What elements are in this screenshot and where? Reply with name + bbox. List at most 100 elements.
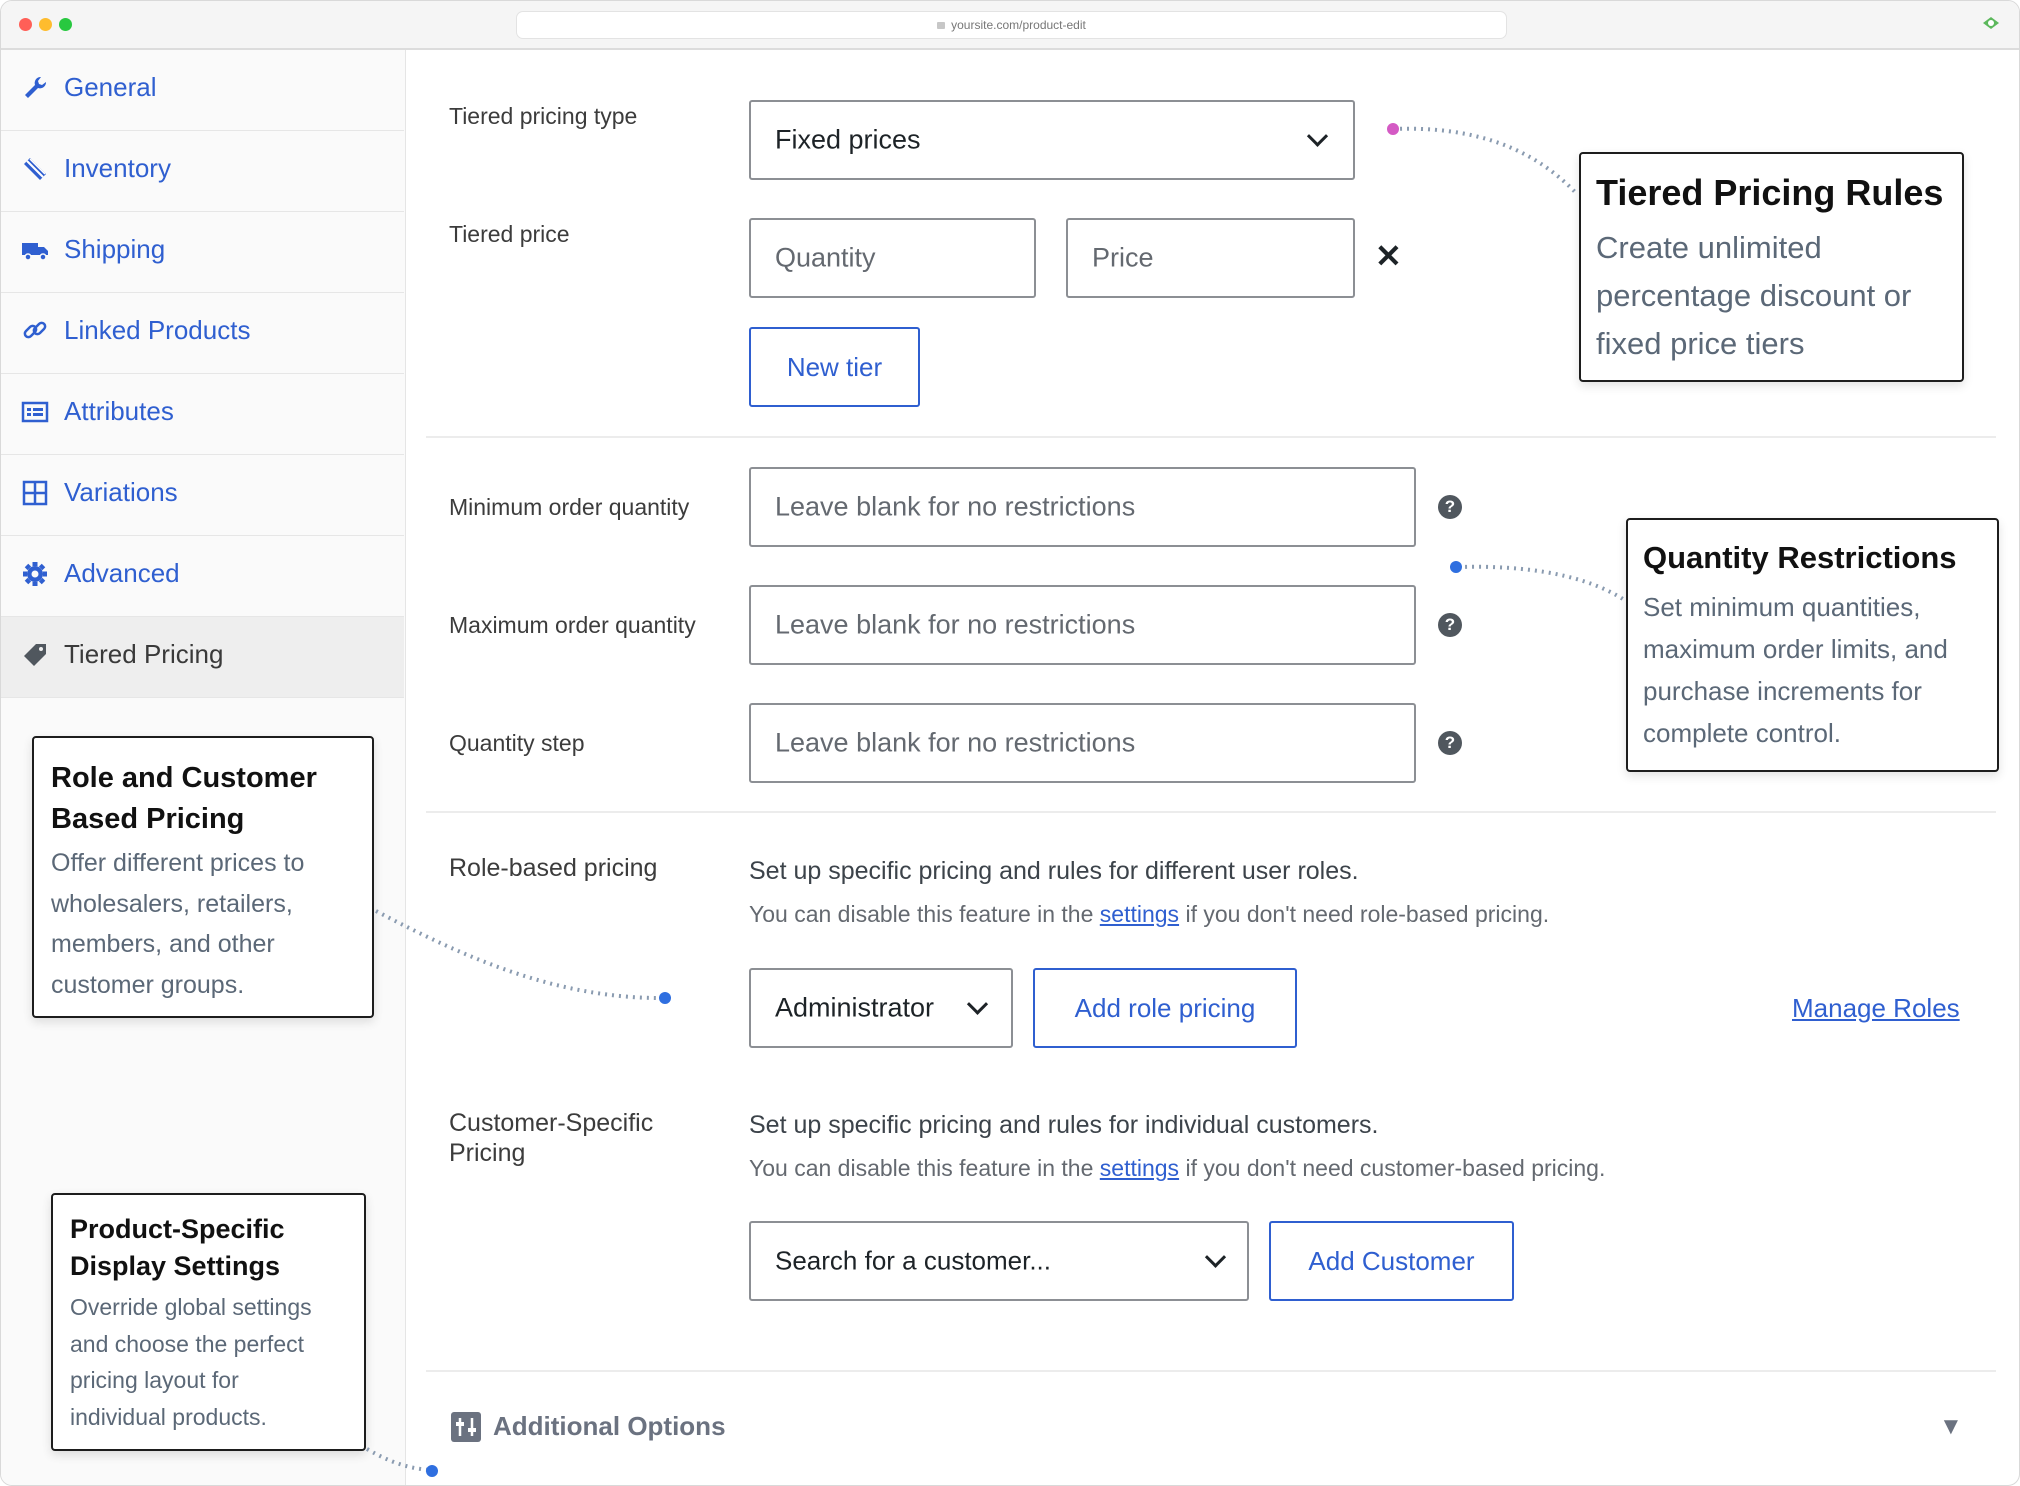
wrench-icon bbox=[25, 76, 47, 98]
min-order-quantity-input[interactable]: Leave blank for no restrictions bbox=[749, 467, 1416, 547]
sidebar-item-linked-products[interactable]: Linked Products bbox=[1, 293, 404, 374]
tier-quantity-input[interactable]: Quantity bbox=[749, 218, 1036, 298]
input-placeholder: Price bbox=[1092, 242, 1154, 273]
input-placeholder: Quantity bbox=[775, 242, 876, 273]
sidebar-item-label: Tiered Pricing bbox=[64, 639, 224, 669]
tiered-pricing-type-select[interactable]: Fixed prices bbox=[749, 100, 1355, 180]
customer-search-select[interactable]: Search for a customer... bbox=[749, 1221, 1249, 1301]
callout-line: customer groups. bbox=[51, 970, 245, 999]
select-value: Fixed prices bbox=[775, 124, 921, 155]
input-placeholder: Leave blank for no restrictions bbox=[775, 727, 1136, 758]
manage-roles-link[interactable]: Manage Roles bbox=[1792, 993, 1960, 1024]
sidebar-item-tiered-pricing[interactable]: Tiered Pricing bbox=[1, 617, 404, 698]
anchor-dot bbox=[1387, 123, 1399, 135]
role-pricing-note: You can disable this feature in the sett… bbox=[749, 901, 1549, 928]
help-icon[interactable]: ? bbox=[1438, 613, 1462, 637]
extension-icon[interactable] bbox=[1981, 15, 2001, 36]
tag-stack-icon bbox=[24, 158, 46, 180]
callout-role-customer-pricing: Role and Customer Based Pricing Offer di… bbox=[32, 736, 374, 1018]
gear-icon bbox=[23, 562, 47, 586]
tiered-pricing-type-label: Tiered pricing type bbox=[449, 103, 638, 129]
callout-line: individual products. bbox=[70, 1403, 267, 1430]
callout-tiered-pricing-rules: Tiered Pricing Rules Create unlimited pe… bbox=[1579, 152, 1964, 382]
help-icon[interactable]: ? bbox=[1438, 495, 1462, 519]
add-role-pricing-button[interactable]: Add role pricing bbox=[1033, 968, 1297, 1048]
section-divider bbox=[426, 1370, 1996, 1372]
sidebar-item-label: Attributes bbox=[64, 396, 174, 426]
callout-line: members, and other bbox=[51, 930, 275, 958]
callout-line: maximum order limits, and bbox=[1643, 634, 1948, 664]
callout-title: Product-Specific bbox=[70, 1214, 285, 1244]
sidebar-item-variations[interactable]: Variations bbox=[1, 455, 404, 536]
anchor-dot bbox=[1450, 561, 1462, 573]
tier-price-input[interactable]: Price bbox=[1066, 218, 1355, 298]
role-select[interactable]: Administrator bbox=[749, 968, 1013, 1048]
quantity-step-input[interactable]: Leave blank for no restrictions bbox=[749, 703, 1416, 783]
settings-link[interactable]: settings bbox=[1100, 901, 1179, 927]
sidebar-item-label: Variations bbox=[64, 477, 178, 507]
quantity-step-label: Quantity step bbox=[449, 730, 585, 756]
customer-pricing-label: Customer-Specific Pricing bbox=[449, 1108, 653, 1168]
close-window-button[interactable] bbox=[19, 18, 32, 31]
sidebar-item-label: Linked Products bbox=[64, 315, 251, 345]
url-text: yoursite.com/product-edit bbox=[951, 18, 1086, 32]
role-pricing-description: Set up specific pricing and rules for di… bbox=[749, 857, 1359, 885]
callout-line: Set minimum quantities, bbox=[1643, 592, 1921, 622]
minimize-window-button[interactable] bbox=[39, 18, 52, 31]
sidebar-item-attributes[interactable]: Attributes bbox=[1, 374, 404, 455]
grid-icon bbox=[22, 480, 48, 506]
input-placeholder: Leave blank for no restrictions bbox=[775, 609, 1136, 640]
callout-line: Create unlimited bbox=[1596, 230, 1822, 265]
callout-display-settings: Product-Specific Display Settings Overri… bbox=[51, 1193, 366, 1451]
role-based-pricing-label: Role-based pricing bbox=[449, 854, 658, 882]
browser-window: yoursite.com/product-edit General Invent… bbox=[0, 0, 2020, 1486]
caret-down-icon[interactable]: ▼ bbox=[1939, 1413, 1963, 1441]
note-text: You can disable this feature in the bbox=[749, 901, 1094, 927]
address-bar[interactable]: yoursite.com/product-edit bbox=[516, 11, 1507, 39]
remove-tier-close-icon[interactable]: ✕ bbox=[1375, 237, 1402, 275]
settings-link[interactable]: settings bbox=[1100, 1155, 1179, 1181]
callout-line: Offer different prices to bbox=[51, 849, 305, 877]
callout-line: purchase increments for bbox=[1643, 676, 1922, 706]
truck-icon bbox=[22, 243, 48, 261]
callout-line: percentage discount or bbox=[1596, 278, 1912, 313]
callout-quantity-restrictions: Quantity Restrictions Set minimum quanti… bbox=[1626, 518, 1999, 772]
callout-title: Quantity Restrictions bbox=[1643, 540, 1957, 575]
anchor-dot bbox=[659, 992, 671, 1004]
note-text: if you don't need customer-based pricing… bbox=[1185, 1155, 1606, 1181]
label-line: Pricing bbox=[449, 1139, 526, 1167]
min-order-quantity-label: Minimum order quantity bbox=[449, 494, 690, 520]
sidebar-item-label: Shipping bbox=[64, 234, 166, 264]
connector-quantity bbox=[1457, 564, 1625, 601]
maximize-window-button[interactable] bbox=[59, 18, 72, 31]
sidebar-item-label: General bbox=[64, 72, 157, 102]
note-text: You can disable this feature in the bbox=[749, 1155, 1094, 1181]
chevron-down-icon bbox=[966, 993, 989, 1015]
link-icon bbox=[23, 321, 47, 339]
note-text: if you don't need role-based pricing. bbox=[1185, 901, 1550, 927]
price-tag-icon bbox=[24, 644, 46, 666]
sidebar-item-advanced[interactable]: Advanced bbox=[1, 536, 404, 617]
additional-options-icon bbox=[451, 1412, 481, 1442]
sidebar-item-inventory[interactable]: Inventory bbox=[1, 131, 404, 212]
callout-line: complete control. bbox=[1643, 718, 1841, 748]
select-value: Administrator bbox=[775, 992, 935, 1023]
section-divider bbox=[426, 436, 1996, 438]
anchor-dot bbox=[426, 1465, 438, 1477]
chevron-down-icon bbox=[1306, 125, 1329, 147]
select-value: Search for a customer... bbox=[775, 1245, 1052, 1276]
callout-line: fixed price tiers bbox=[1596, 326, 1805, 361]
input-placeholder: Leave blank for no restrictions bbox=[775, 491, 1136, 522]
sidebar-item-label: Inventory bbox=[64, 153, 171, 183]
max-order-quantity-input[interactable]: Leave blank for no restrictions bbox=[749, 585, 1416, 665]
additional-options-toggle[interactable]: Additional Options bbox=[493, 1411, 726, 1442]
callout-line: Override global settings bbox=[70, 1294, 312, 1320]
sidebar-item-general[interactable]: General bbox=[1, 50, 404, 131]
help-icon[interactable]: ? bbox=[1438, 731, 1462, 755]
tiered-price-label: Tiered price bbox=[449, 221, 570, 247]
new-tier-button[interactable]: New tier bbox=[749, 327, 920, 407]
customer-pricing-note: You can disable this feature in the sett… bbox=[749, 1155, 1605, 1182]
add-customer-button[interactable]: Add Customer bbox=[1269, 1221, 1514, 1301]
label-line: Customer-Specific bbox=[449, 1109, 654, 1137]
sidebar-item-shipping[interactable]: Shipping bbox=[1, 212, 404, 293]
